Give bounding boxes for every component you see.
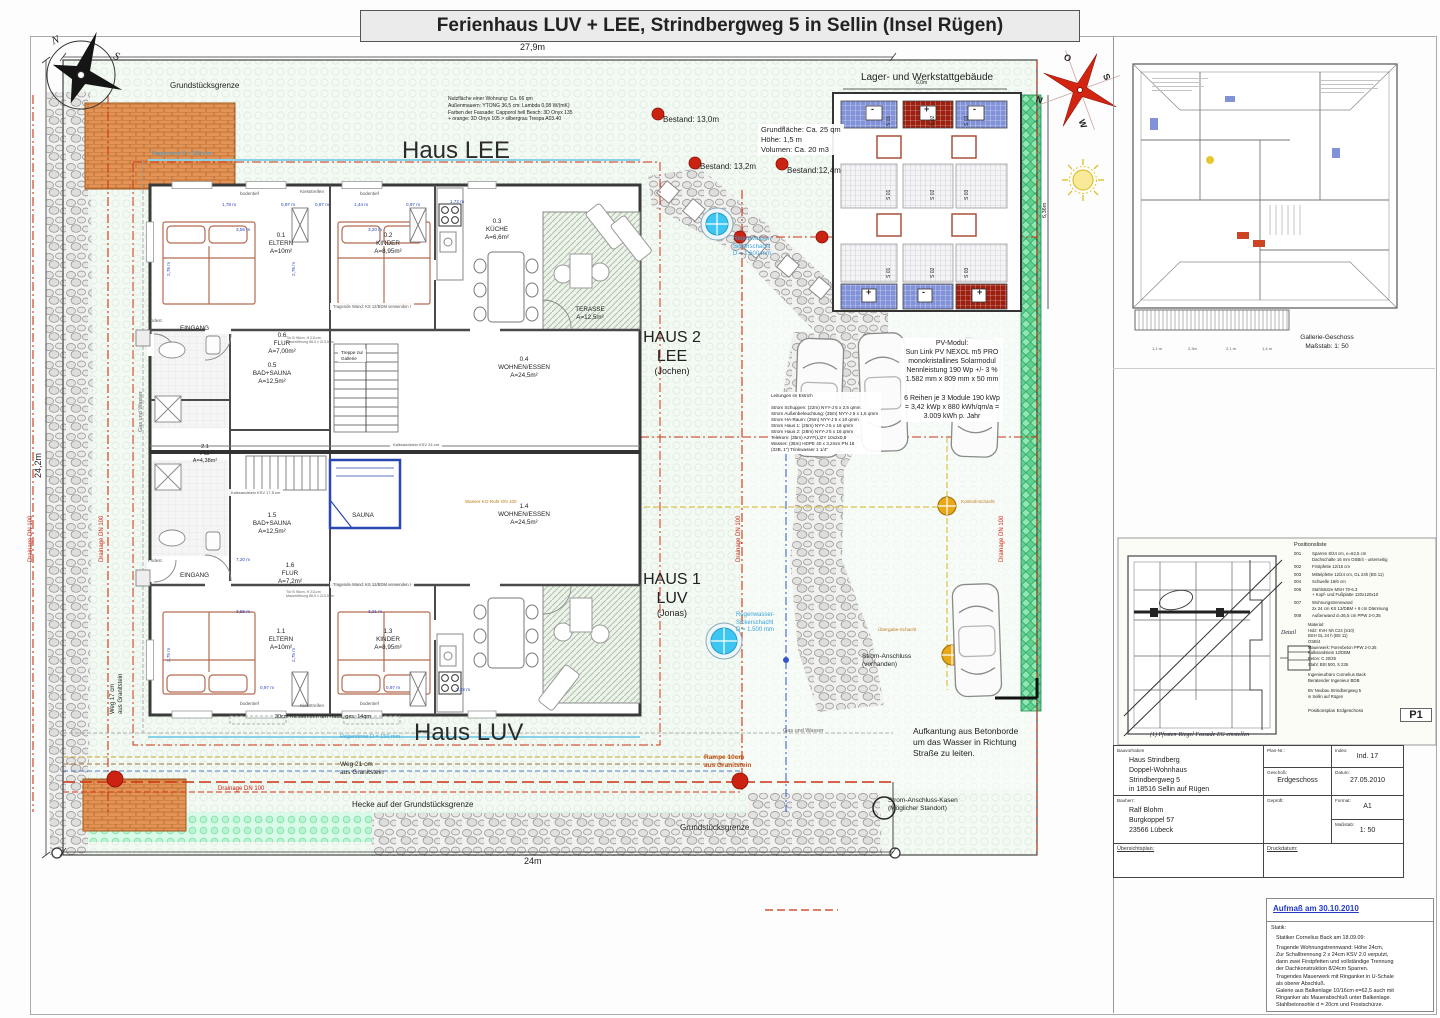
project-reference: BV Neubau Strindbergweg 5 in Sellin auf … bbox=[1308, 688, 1361, 699]
field-plannr: Plan-Nr.: bbox=[1264, 746, 1332, 768]
page-title: Ferienhaus LUV + LEE, Strindbergweg 5 in… bbox=[360, 10, 1080, 42]
positions-row: 004Schwelle 16/6 cm bbox=[1294, 579, 1436, 585]
miniplan-divider bbox=[1113, 368, 1435, 369]
positions-row: 003Mittelpfette 12/24 cm, GL 24h (BS 11) bbox=[1294, 572, 1436, 578]
gallerie-mini-plan bbox=[1133, 64, 1397, 330]
site-plan-sheet: Ferienhaus LUV + LEE, Strindbergweg 5 in… bbox=[0, 0, 1440, 1018]
field-massstab: Maßstab: 1: 50 bbox=[1332, 820, 1403, 844]
positions-row: 008Außenwand d=36,5 cm PPW 2-0,35 bbox=[1294, 613, 1436, 619]
positions-heading: Positionsliste bbox=[1294, 542, 1327, 548]
field-geschoss: Geschoß: Erdgeschoss bbox=[1264, 768, 1332, 796]
building bbox=[136, 182, 653, 725]
material-list: Material: Holz: KVH Nh C24 (S10) BSH GL … bbox=[1308, 622, 1376, 667]
field-bauherr: Bauherr: Ralf Blohm Burgkoppel 57 23566 … bbox=[1114, 796, 1264, 844]
statik-box: Aufmaß am 30.10.2010 Statik: Statiker Co… bbox=[1266, 898, 1434, 1012]
statik-engineer-line: Statiker Cornelius Back am 18.09.09: bbox=[1276, 935, 1365, 941]
positions-row: 001Sparren 8/24 cm, e=62,5 cm Dachschalt… bbox=[1294, 551, 1436, 562]
aufmass-note: Aufmaß am 30.10.2010 bbox=[1273, 904, 1359, 913]
positions-row: 007Wohnungstrennwand 2x 24 cm KS 12/DBM … bbox=[1294, 600, 1436, 611]
statik-divider bbox=[1267, 921, 1433, 922]
field-index: Index: Ind. 17 bbox=[1332, 746, 1403, 768]
field-format: Format: A1 bbox=[1332, 796, 1403, 820]
statik-label: Statik: bbox=[1271, 925, 1286, 931]
field-uebersichtsplan: Übersichtsplan: bbox=[1114, 844, 1264, 877]
hedge-right bbox=[1021, 95, 1041, 711]
statik-text: Tragende Wohnungstrennwand: Höhe 24cm, Z… bbox=[1276, 945, 1394, 1009]
retaining-wall-bottom bbox=[83, 779, 186, 831]
compass-right-icon bbox=[1027, 37, 1133, 143]
shed bbox=[833, 93, 1021, 311]
field-geprueft: Geprüft: bbox=[1264, 796, 1332, 844]
sun-icon bbox=[1062, 159, 1104, 201]
engineer-firm: Ingenieurbüro Cornelius Back Beratender … bbox=[1308, 672, 1366, 684]
positions-row: 002Firstpfette 12/16 cm bbox=[1294, 564, 1436, 570]
positions-plan-name: Positionsplan Erdgeschoss bbox=[1308, 708, 1363, 713]
positions-row: 006Stahlstütze MSH 70-6.3 + Kopf- und Fu… bbox=[1294, 587, 1436, 598]
field-datum: Datum: 27.05.2010 bbox=[1332, 768, 1403, 796]
title-block: Bauvorhaben Haus Strindberg Doppel-Wohnh… bbox=[1113, 745, 1404, 878]
sheet-number: P1 bbox=[1400, 708, 1432, 722]
positions-list: 001Sparren 8/24 cm, e=62,5 cm Dachschalt… bbox=[1294, 551, 1436, 621]
field-bauvorhaben: Bauvorhaben Haus Strindberg Doppel-Wohnh… bbox=[1114, 746, 1264, 796]
field-druckdatum: Druckdatum: bbox=[1264, 844, 1403, 877]
